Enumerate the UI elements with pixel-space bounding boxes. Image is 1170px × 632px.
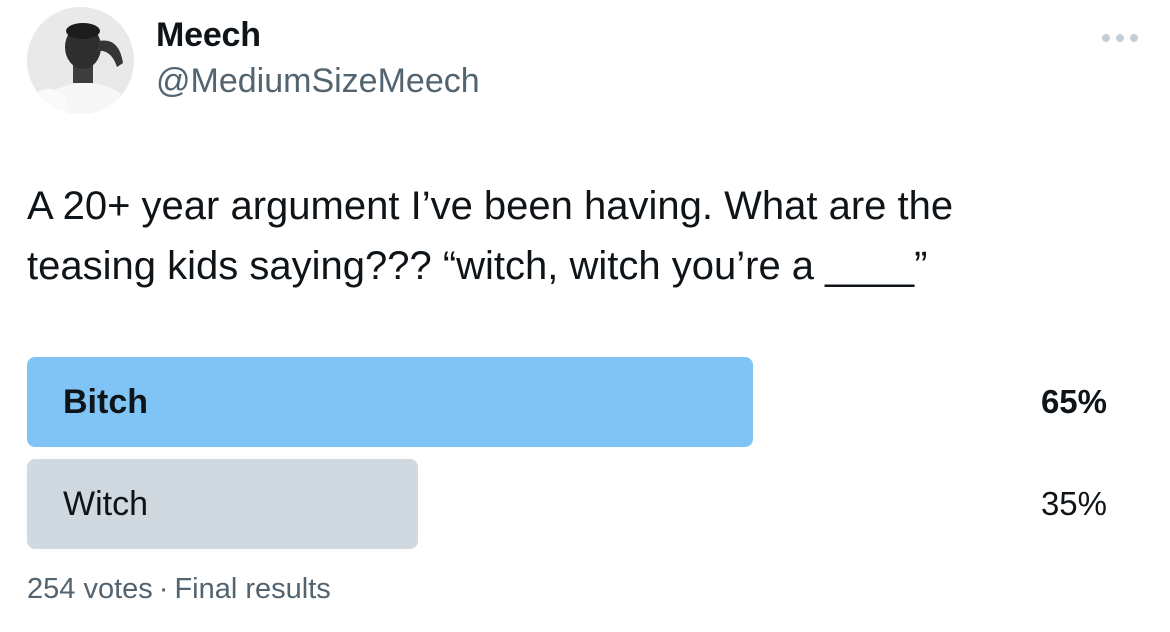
- poll-option-label: Witch: [63, 485, 148, 523]
- avatar[interactable]: [27, 7, 134, 114]
- poll-option-percent: 35%: [1040, 485, 1107, 522]
- vote-count: 254 votes: [27, 573, 153, 605]
- user-handle[interactable]: @MediumSizeMeech: [156, 62, 480, 101]
- poll: Bitch 65% Witch 35%: [27, 357, 1107, 561]
- ellipsis-icon[interactable]: [1102, 26, 1138, 50]
- dot: [1116, 34, 1124, 42]
- tweet-card: Meech @MediumSizeMeech A 20+ year argume…: [0, 0, 1170, 632]
- poll-meta: 254 votes · Final results: [27, 573, 331, 606]
- poll-option-percent: 65%: [1040, 383, 1107, 420]
- poll-option-witch: Witch 35%: [27, 459, 1107, 549]
- poll-option-bitch: Bitch 65%: [27, 357, 1107, 447]
- dot: [1130, 34, 1138, 42]
- separator: ·: [158, 573, 169, 605]
- dot: [1102, 34, 1110, 42]
- tweet-text-line: teasing kids saying??? “witch, witch you…: [27, 244, 928, 288]
- display-name[interactable]: Meech: [156, 16, 261, 55]
- profile-photo-icon: [27, 7, 134, 114]
- tweet-text: A 20+ year argument I’ve been having. Wh…: [27, 176, 1127, 296]
- poll-option-label: Bitch: [63, 383, 148, 421]
- poll-status: Final results: [174, 573, 331, 605]
- tweet-text-line: A 20+ year argument I’ve been having. Wh…: [27, 184, 954, 228]
